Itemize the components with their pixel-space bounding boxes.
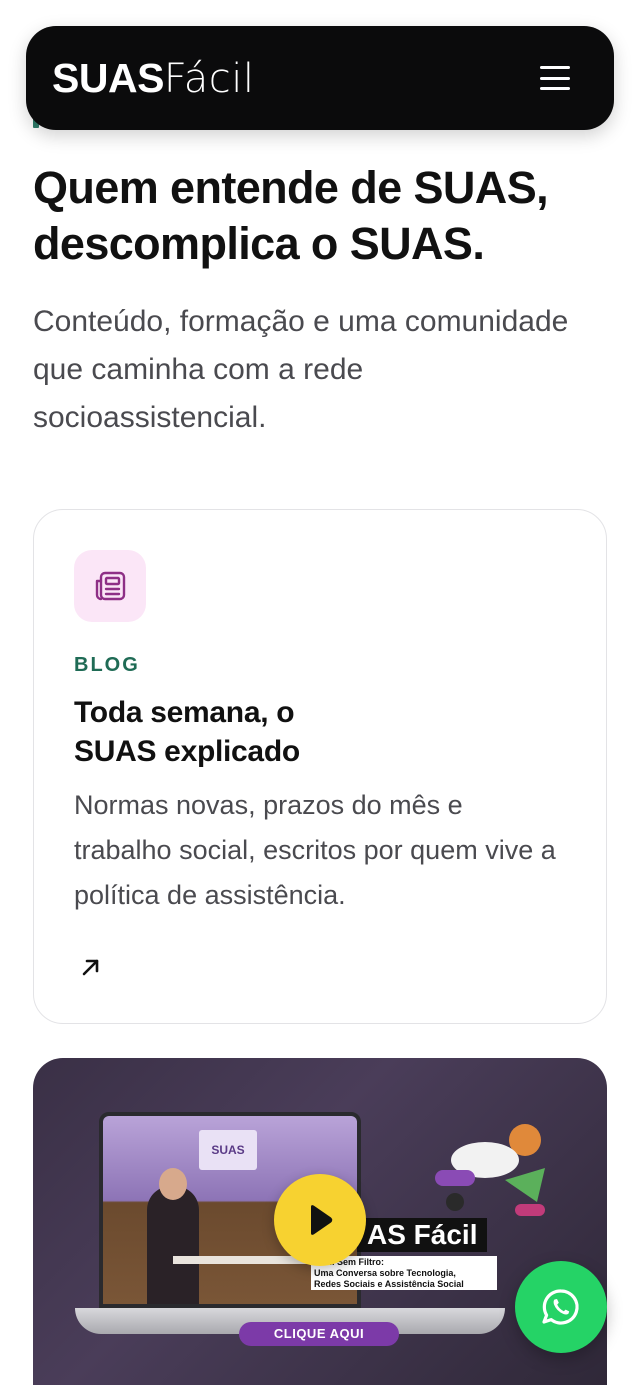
arrow-up-right-icon[interactable] <box>80 956 102 978</box>
hero-title-line1: Quem entende de SUAS, <box>33 162 549 213</box>
episode-line2: Uma Conversa sobre Tecnologia, <box>314 1268 456 1278</box>
whatsapp-button[interactable] <box>515 1261 607 1353</box>
menu-line <box>540 66 570 69</box>
illustration-decor <box>435 1124 545 1216</box>
top-nav-bar: SUAS Fácil <box>26 26 614 130</box>
logo-text-strong: SUAS <box>52 54 164 101</box>
card-title: Toda semana, o SUAS explicado <box>74 693 394 771</box>
click-here-button[interactable]: CLIQUE AQUI <box>239 1322 399 1346</box>
card-description: Normas novas, prazos do mês e trabalho s… <box>74 790 556 910</box>
site-logo[interactable]: SUAS Fácil <box>52 54 255 102</box>
hero-title-line2: descomplica o SUAS. <box>33 218 485 269</box>
logo-text-light: Fácil <box>163 55 255 102</box>
studio-sign: SUAS <box>199 1130 257 1170</box>
menu-line <box>540 76 570 80</box>
host-head <box>159 1168 187 1200</box>
play-button[interactable] <box>274 1174 366 1266</box>
blog-card[interactable]: BLOG Toda semana, o SUAS explicado Norma… <box>33 509 607 1024</box>
whatsapp-icon <box>542 1289 579 1325</box>
card-title-line1: Toda semana, o <box>74 696 295 729</box>
episode-line3: Redes Sociais e Assistência Social <box>314 1279 464 1289</box>
card-title-line2: SUAS explicado <box>74 735 300 768</box>
episode-brand-tag: AS Fácil <box>357 1218 488 1252</box>
hero-title: Quem entende de SUAS, descomplica o SUAS… <box>33 160 613 272</box>
newspaper-icon <box>74 550 146 622</box>
video-thumbnail[interactable]: SUAS AS Fácil Fácil Sem Filtro: Uma Conv… <box>33 1058 607 1385</box>
hamburger-menu-icon[interactable] <box>540 66 570 90</box>
play-icon <box>311 1205 333 1235</box>
menu-line <box>540 87 570 90</box>
card-kicker: BLOG <box>74 654 140 676</box>
host-figure <box>147 1186 199 1304</box>
hero-subtitle: Conteúdo, formação e uma comunidade que … <box>33 305 569 434</box>
